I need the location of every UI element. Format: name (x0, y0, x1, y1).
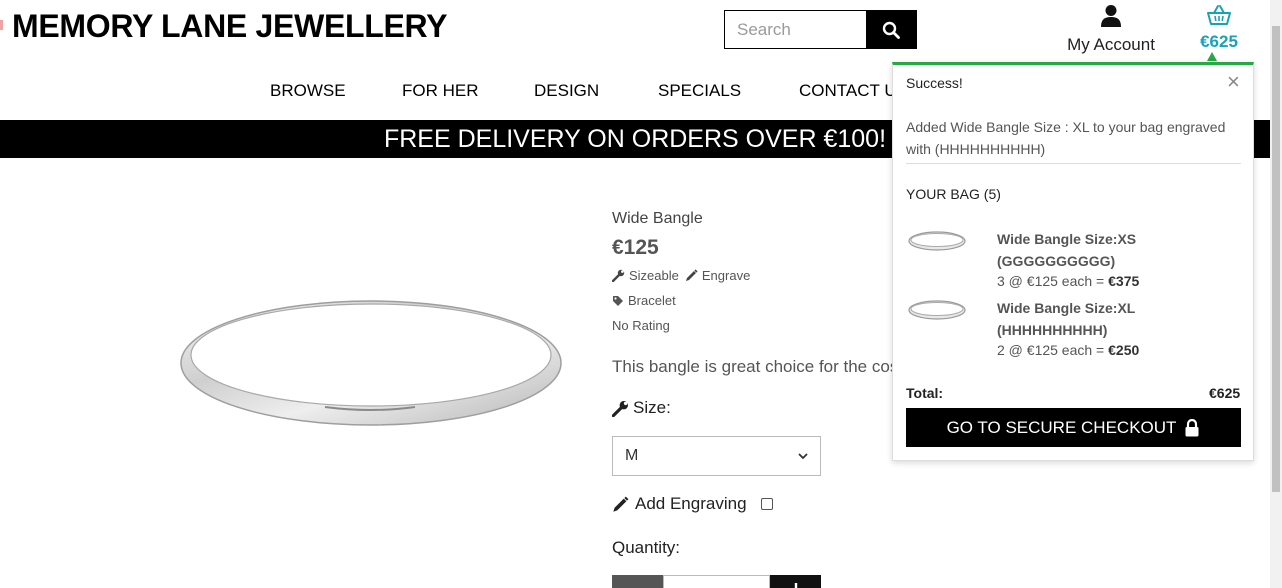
chevron-down-icon (798, 452, 808, 459)
search-input[interactable] (725, 11, 866, 48)
product-description: This bangle is great choice for the cos (612, 357, 897, 376)
cart-popup: Success! × Added Wide Bangle Size : XL t… (892, 62, 1254, 461)
bag-item-qty: 3 @ €125 each = (997, 273, 1109, 289)
basket-icon (1207, 5, 1231, 25)
bag-item-thumbnail (908, 231, 966, 251)
search-button[interactable] (866, 11, 916, 48)
bag-item-price: 2 @ €125 each = €250 (997, 342, 1139, 358)
tag-icon (613, 295, 623, 306)
product-price: €125 (612, 236, 659, 259)
popup-caret (1207, 52, 1217, 61)
bag-item: Wide Bangle Size:XL (HHHHHHHHHH) 2 @ €12… (906, 297, 1246, 363)
lock-icon (1185, 418, 1199, 436)
site-logo[interactable]: MEMORY LANE JEWELLERY (12, 8, 448, 45)
bag-item-subtotal: €375 (1108, 273, 1140, 289)
bag-item-thumbnail (908, 300, 966, 320)
bag-item-subtotal: €250 (1108, 342, 1140, 358)
popup-message: Added Wide Bangle Size : XL to your bag … (906, 119, 1226, 157)
popup-divider (906, 163, 1241, 164)
search-bar (724, 10, 917, 49)
bag-item-qty: 2 @ €125 each = (997, 342, 1109, 358)
my-account-label: My Account (1067, 35, 1155, 54)
logo-edge-decoration (0, 20, 3, 30)
page-scrollbar[interactable] (1270, 0, 1282, 588)
bag-item-name[interactable]: Wide Bangle Size:XS (GGGGGGGGGG) (997, 228, 1247, 272)
engraving-label: Add Engraving (635, 494, 747, 513)
pen-icon (685, 269, 698, 281)
nav-item-specials[interactable]: SPECIALS (658, 81, 741, 101)
quantity-label: Quantity: (612, 538, 681, 557)
nav-item-design[interactable]: DESIGN (534, 81, 599, 101)
bag-title: YOUR BAG (5) (906, 186, 1001, 202)
popup-title: Success! (906, 75, 963, 91)
product-image (180, 300, 562, 426)
search-icon (882, 21, 900, 39)
size-label-text: Size: (633, 398, 671, 417)
bag-item: Wide Bangle Size:XS (GGGGGGGGGG) 3 @ €12… (906, 228, 1246, 294)
bag-item-price: 3 @ €125 each = €375 (997, 273, 1139, 289)
product-category: Bracelet (612, 293, 676, 308)
total-label: Total: (906, 385, 944, 401)
quantity-input[interactable] (663, 575, 770, 588)
size-selected-value: M (625, 447, 639, 464)
quantity-stepper (612, 575, 821, 588)
checkout-button[interactable]: GO TO SECURE CHECKOUT (906, 408, 1241, 447)
cart-total: €625 (1200, 32, 1238, 51)
scrollbar-thumb[interactable] (1272, 26, 1280, 492)
size-label: Size: (612, 398, 671, 418)
bag-item-name[interactable]: Wide Bangle Size:XL (HHHHHHHHHH) (997, 297, 1247, 341)
product-name: Wide Bangle (612, 210, 703, 227)
product-rating: No Rating (612, 318, 670, 333)
wrench-icon (612, 400, 628, 417)
close-icon[interactable]: × (1227, 71, 1240, 93)
plus-icon (794, 583, 797, 588)
checkout-label: GO TO SECURE CHECKOUT (946, 417, 1177, 437)
total-value: €625 (1209, 385, 1241, 401)
feature-sizeable: Sizeable (629, 268, 679, 283)
pen-icon (613, 496, 629, 512)
user-icon (1101, 5, 1121, 27)
size-select[interactable]: M (612, 436, 821, 476)
my-account-link[interactable]: My Account (1062, 4, 1160, 55)
quantity-decrease-button[interactable] (612, 575, 663, 588)
engraving-checkbox[interactable] (760, 498, 773, 510)
quantity-increase-button[interactable] (770, 575, 821, 588)
cart-button[interactable]: €625 (1196, 4, 1242, 52)
wrench-icon (612, 269, 625, 282)
nav-item-for-her[interactable]: FOR HER (402, 81, 479, 101)
category-label[interactable]: Bracelet (628, 293, 676, 308)
nav-item-browse[interactable]: BROWSE (270, 81, 346, 101)
engraving-option: Add Engraving (612, 494, 773, 514)
feature-engrave: Engrave (701, 268, 751, 283)
product-features: Sizeable Engrave (612, 268, 750, 283)
